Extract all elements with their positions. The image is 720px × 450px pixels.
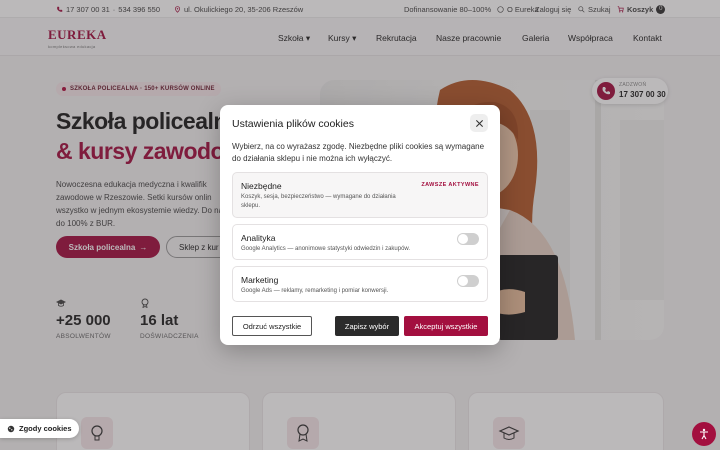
modal-title: Ustawienia plików cookies (232, 118, 354, 130)
accept-all-button[interactable]: Akceptuj wszystkie (404, 316, 488, 336)
cookie-consent-chip[interactable]: Zgody cookies (0, 419, 79, 438)
cookie-icon (7, 425, 15, 432)
cookie-chip-label: Zgody cookies (19, 424, 72, 433)
cookie-settings-modal: Ustawienia plików cookies Wybierz, na co… (220, 105, 500, 345)
option-name: Niezbędne (241, 181, 282, 191)
option-description: Google Analytics — anonimowe statystyki … (241, 246, 411, 252)
option-name: Marketing (241, 275, 279, 285)
option-name: Analityka (241, 233, 276, 243)
modal-description: Wybierz, na co wyrażasz zgodę. Niezbędne… (232, 142, 485, 163)
close-button[interactable] (470, 114, 488, 132)
option-description: Google Ads — reklamy, remarketing i pomi… (241, 288, 389, 294)
marketing-toggle[interactable] (457, 275, 479, 287)
cookie-option-necessary: Niezbędne Koszyk, sesja, bezpieczeństwo … (232, 172, 488, 218)
cookie-option-analytics: Analityka Google Analytics — anonimowe s… (232, 224, 488, 260)
reject-all-button[interactable]: Odrzuć wszystkie (232, 316, 312, 336)
accessibility-icon (700, 428, 708, 440)
analytics-toggle[interactable] (457, 233, 479, 245)
option-description: Koszyk, sesja, bezpieczeństwo — wymagane… (241, 194, 396, 209)
close-icon (475, 119, 483, 127)
accessibility-button[interactable] (692, 422, 716, 446)
toggle-knob (458, 276, 468, 286)
toggle-knob (458, 234, 468, 244)
cookie-option-marketing: Marketing Google Ads — reklamy, remarket… (232, 266, 488, 302)
save-choice-button[interactable]: Zapisz wybór (335, 316, 399, 336)
always-active-label: ZAWSZE AKTYWNE (421, 182, 479, 188)
